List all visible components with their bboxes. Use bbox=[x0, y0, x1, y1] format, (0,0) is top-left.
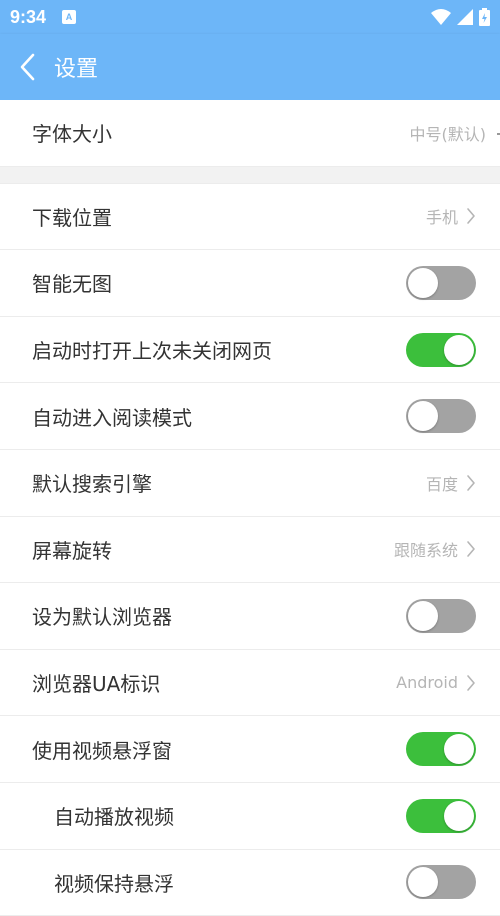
setting-value: 百度 bbox=[426, 471, 476, 495]
chevron-right-icon bbox=[467, 674, 475, 691]
setting-label: 自动播放视频 bbox=[54, 805, 174, 830]
signal-icon bbox=[457, 9, 473, 25]
status-time: 9:34 bbox=[10, 6, 47, 27]
toggle-switch[interactable] bbox=[406, 399, 476, 434]
setting-row[interactable]: 智能无图 bbox=[0, 250, 500, 317]
back-button[interactable] bbox=[0, 34, 54, 100]
setting-label: 视频保持悬浮 bbox=[54, 871, 174, 896]
toggle-knob bbox=[444, 800, 474, 831]
status-icons bbox=[431, 8, 490, 26]
toggle-knob bbox=[408, 867, 438, 898]
setting-label: 下载位置 bbox=[32, 205, 112, 230]
toggle-switch[interactable] bbox=[406, 732, 476, 767]
setting-row[interactable]: 默认搜索引擎 百度 bbox=[0, 449, 500, 517]
section-divider bbox=[0, 166, 500, 184]
setting-font-size[interactable]: 字体大小 中号(默认) bbox=[0, 100, 500, 167]
setting-row[interactable]: 设为默认浏览器 bbox=[0, 583, 500, 650]
toggle-switch[interactable] bbox=[406, 598, 476, 633]
setting-label: 启动时打开上次未关闭网页 bbox=[32, 339, 272, 364]
chevron-right-icon bbox=[467, 474, 475, 491]
setting-label: 浏览器UA标识 bbox=[32, 672, 161, 697]
back-arrow-icon bbox=[20, 53, 35, 81]
setting-row[interactable]: 下载位置 手机 bbox=[0, 183, 500, 251]
toggle-switch[interactable] bbox=[406, 865, 476, 900]
setting-value: 手机 bbox=[426, 204, 476, 228]
setting-label: 设为默认浏览器 bbox=[32, 605, 172, 630]
setting-row[interactable]: 自动播放视频 bbox=[0, 782, 500, 850]
toggle-switch[interactable] bbox=[406, 798, 476, 833]
setting-row[interactable]: 启动时打开上次未关闭网页 bbox=[0, 316, 500, 384]
status-bar: 9:34 A bbox=[0, 0, 500, 34]
toggle-switch[interactable] bbox=[406, 265, 476, 300]
wifi-icon bbox=[431, 9, 451, 25]
toggle-knob bbox=[408, 267, 438, 298]
setting-label: 屏幕旋转 bbox=[32, 538, 112, 563]
chevron-right-icon bbox=[467, 541, 475, 558]
setting-row[interactable]: 视频保持悬浮 bbox=[0, 849, 500, 916]
setting-row[interactable]: 使用视频悬浮窗 bbox=[0, 716, 500, 783]
setting-value: Android bbox=[396, 673, 476, 692]
toggle-knob bbox=[444, 734, 474, 765]
toggle-knob bbox=[444, 334, 474, 365]
chevron-right-icon bbox=[467, 208, 475, 225]
settings-list: 字体大小 中号(默认) 下载位置 手机智能无图启动时打开上次未关闭网页 自动进入阅读… bbox=[0, 100, 500, 916]
setting-label: 自动进入阅读模式 bbox=[32, 405, 192, 430]
setting-row[interactable]: 自动进入阅读模式 bbox=[0, 383, 500, 450]
setting-label: 使用视频悬浮窗 bbox=[32, 738, 172, 763]
setting-row[interactable]: 屏幕旋转 跟随系统 bbox=[0, 516, 500, 584]
setting-label: 默认搜索引擎 bbox=[32, 472, 152, 497]
setting-value: 中号(默认) bbox=[409, 124, 487, 144]
toggle-knob bbox=[408, 600, 438, 631]
setting-label: 智能无图 bbox=[32, 272, 112, 297]
notification-icon: A bbox=[62, 10, 77, 24]
setting-row[interactable]: 浏览器UA标识 Android bbox=[0, 649, 500, 717]
battery-icon bbox=[479, 8, 490, 26]
page-title: 设置 bbox=[54, 57, 99, 82]
setting-label: 字体大小 bbox=[32, 122, 112, 147]
toggle-knob bbox=[408, 401, 438, 432]
toggle-switch[interactable] bbox=[406, 332, 476, 367]
setting-value: 跟随系统 bbox=[394, 537, 476, 561]
app-bar: 设置 bbox=[0, 34, 500, 100]
